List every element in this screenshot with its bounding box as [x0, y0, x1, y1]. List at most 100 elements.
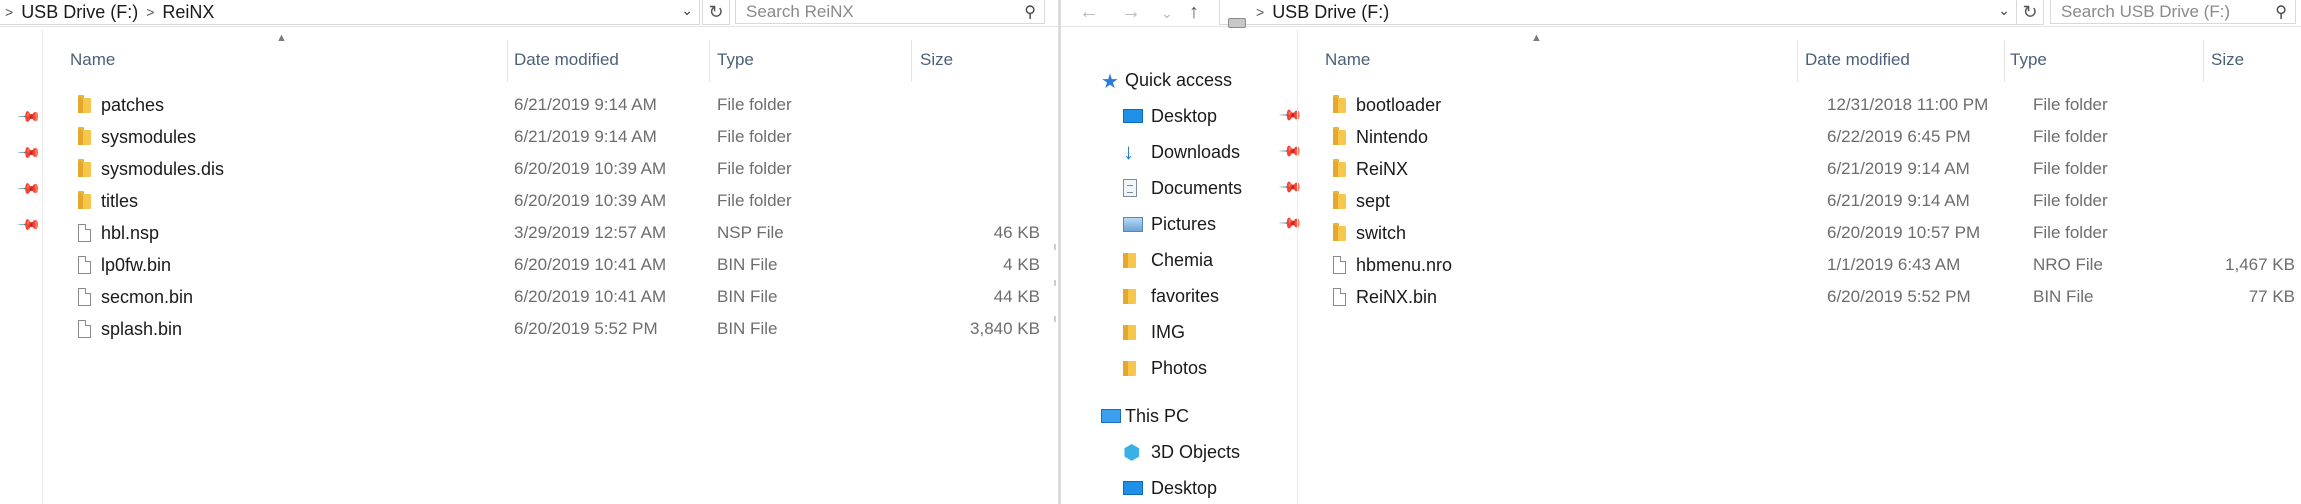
file-name: hbmenu.nro [1356, 255, 1453, 275]
column-divider[interactable] [911, 40, 912, 82]
recent-locations-chevron-icon[interactable]: ⌄ [1161, 5, 1173, 22]
breadcrumb-usb-drive[interactable]: USB Drive (F:) [21, 2, 138, 23]
file-row[interactable]: Nintendo 6/22/2019 6:45 PM File folder [1319, 121, 2299, 153]
column-divider[interactable] [709, 40, 710, 82]
file-icon [1333, 288, 1346, 306]
nav-item-label: Desktop [1151, 478, 1218, 498]
file-row[interactable]: patches 6/21/2019 9:14 AM File folder [64, 89, 1054, 121]
right-address-bar[interactable]: > USB Drive (F:) ⌄ [1219, 0, 2017, 28]
search-input[interactable]: Search ReiNX ⚲ [735, 0, 1045, 24]
scrollbar-track[interactable] [1054, 244, 1056, 250]
file-row[interactable]: switch 6/20/2019 10:57 PM File folder [1319, 217, 2299, 249]
file-date-modified: 1/1/2019 6:43 AM [1827, 255, 1961, 274]
nav-item-quick-access[interactable]: ★ Quick access [1101, 65, 1321, 95]
column-header-name[interactable]: Name [1325, 50, 1370, 70]
column-header-size[interactable]: Size [2211, 50, 2244, 70]
refresh-button[interactable]: ↻ [2016, 0, 2044, 25]
nav-item-documents[interactable]: Documents 📌 [1111, 173, 1341, 203]
file-row[interactable]: secmon.bin 6/20/2019 10:41 AM BIN File 44 K… [64, 281, 1054, 313]
breadcrumb-chevron-icon[interactable]: > [1256, 4, 1264, 20]
column-header-size[interactable]: Size [920, 50, 953, 70]
pin-icon[interactable]: 📌 [1273, 171, 1307, 205]
scrollbar-track[interactable] [1054, 280, 1056, 286]
column-divider[interactable] [1797, 40, 1798, 82]
nav-item-favorites[interactable]: favorites [1111, 281, 1341, 311]
breadcrumb-chevron-icon[interactable]: > [146, 4, 154, 20]
file-date-modified: 6/21/2019 9:14 AM [1827, 159, 1970, 178]
column-header-date-modified[interactable]: Date modified [514, 50, 619, 70]
column-header-type[interactable]: Type [2010, 50, 2047, 70]
file-row[interactable]: ReiNX 6/21/2019 9:14 AM File folder [1319, 153, 2299, 185]
nav-item-desktop[interactable]: Desktop 📌 [1111, 101, 1341, 131]
column-divider[interactable] [2004, 40, 2005, 82]
left-address-bar[interactable]: > USB Drive (F:) > ReiNX ⌄ [0, 0, 700, 25]
desktop-icon [1123, 481, 1143, 495]
file-row[interactable]: sept 6/21/2019 9:14 AM File folder [1319, 185, 2299, 217]
search-placeholder: Search USB Drive (F:) [2061, 2, 2231, 21]
pin-icon: 📌 [16, 104, 42, 130]
back-arrow-icon[interactable]: ← [1079, 1, 1099, 24]
file-name: sept [1356, 191, 1391, 211]
file-type: File folder [2033, 223, 2108, 242]
nav-item-label: Chemia [1151, 250, 1214, 270]
navigation-pane-divider[interactable] [1297, 30, 1298, 504]
file-row[interactable]: sysmodules 6/21/2019 9:14 AM File folder [64, 121, 1054, 153]
address-history-dropdown-icon[interactable]: ⌄ [1998, 2, 2010, 19]
folder-icon [1123, 253, 1136, 268]
file-date-modified: 12/31/2018 11:00 PM [1827, 95, 1989, 114]
folder-icon [78, 159, 91, 177]
file-size: 77 KB [2248, 287, 2295, 306]
nav-item-downloads[interactable]: ↓ Downloads 📌 [1111, 137, 1341, 167]
file-row[interactable]: hbl.nsp 3/29/2019 12:57 AM NSP File 46 KB [64, 217, 1054, 249]
folder-icon [1123, 325, 1136, 340]
file-size: 3,840 KB [970, 319, 1040, 338]
nav-item-photos[interactable]: Photos [1111, 353, 1341, 383]
file-date-modified: 6/21/2019 9:14 AM [514, 95, 657, 114]
file-row[interactable]: bootloader 12/31/2018 11:00 PM File folder [1319, 89, 2299, 121]
file-row[interactable]: splash.bin 6/20/2019 5:52 PM BIN File 3,840… [64, 313, 1054, 345]
search-input[interactable]: Search USB Drive (F:) ⚲ [2050, 0, 2296, 24]
column-divider[interactable] [2203, 40, 2204, 82]
file-icon [78, 320, 91, 338]
column-header-name[interactable]: Name [70, 50, 115, 70]
navigation-pane-divider[interactable] [42, 30, 43, 504]
nav-item-img[interactable]: IMG [1111, 317, 1341, 347]
breadcrumb-chevron-icon[interactable]: > [5, 4, 13, 20]
breadcrumb-reinx[interactable]: ReiNX [162, 2, 214, 23]
search-icon[interactable]: ⚲ [2275, 1, 2287, 25]
file-type: BIN File [717, 255, 778, 274]
file-type: BIN File [717, 287, 778, 306]
column-divider[interactable] [507, 40, 508, 82]
nav-item-desktop[interactable]: Desktop [1111, 473, 1341, 503]
file-row[interactable]: titles 6/20/2019 10:39 AM File folder [64, 185, 1054, 217]
pin-icon[interactable]: 📌 [1273, 135, 1307, 169]
pin-icon[interactable]: 📌 [1273, 207, 1307, 241]
sort-ascending-icon: ▲ [276, 32, 287, 44]
scrollbar-track[interactable] [1054, 316, 1056, 322]
nav-item-chemia[interactable]: Chemia [1111, 245, 1341, 275]
file-row[interactable]: lp0fw.bin 6/20/2019 10:41 AM BIN File 4 KB [64, 249, 1054, 281]
pin-icon[interactable]: 📌 [1273, 99, 1307, 133]
file-row[interactable]: ReiNX.bin 6/20/2019 5:52 PM BIN File 77 KB [1319, 281, 2299, 313]
nav-item-3d-objects[interactable]: ⬢ 3D Objects [1111, 437, 1341, 467]
up-arrow-icon[interactable]: ↑ [1189, 1, 1199, 24]
usb-drive-icon [1228, 18, 1246, 28]
nav-item-this-pc[interactable]: This PC [1101, 401, 1321, 431]
file-row[interactable]: hbmenu.nro 1/1/2019 6:43 AM NRO File 1,467 … [1319, 249, 2299, 281]
forward-arrow-icon[interactable]: → [1121, 1, 1141, 24]
column-header-type[interactable]: Type [717, 50, 754, 70]
folder-icon [1123, 289, 1136, 304]
refresh-button[interactable]: ↻ [702, 0, 730, 25]
file-type: File folder [717, 127, 792, 146]
file-row[interactable]: sysmodules.dis 6/20/2019 10:39 AM File fol… [64, 153, 1054, 185]
folder-icon [78, 95, 91, 113]
search-icon[interactable]: ⚲ [1024, 1, 1036, 25]
pin-icon: 📌 [16, 212, 42, 238]
breadcrumb-usb-drive[interactable]: USB Drive (F:) [1272, 2, 1389, 23]
address-history-dropdown-icon[interactable]: ⌄ [681, 2, 693, 19]
nav-item-label: Downloads [1151, 142, 1241, 162]
nav-item-label: Photos [1151, 358, 1208, 378]
nav-item-pictures[interactable]: Pictures 📌 [1111, 209, 1341, 239]
file-type: NRO File [2033, 255, 2103, 274]
column-header-date-modified[interactable]: Date modified [1805, 50, 1910, 70]
